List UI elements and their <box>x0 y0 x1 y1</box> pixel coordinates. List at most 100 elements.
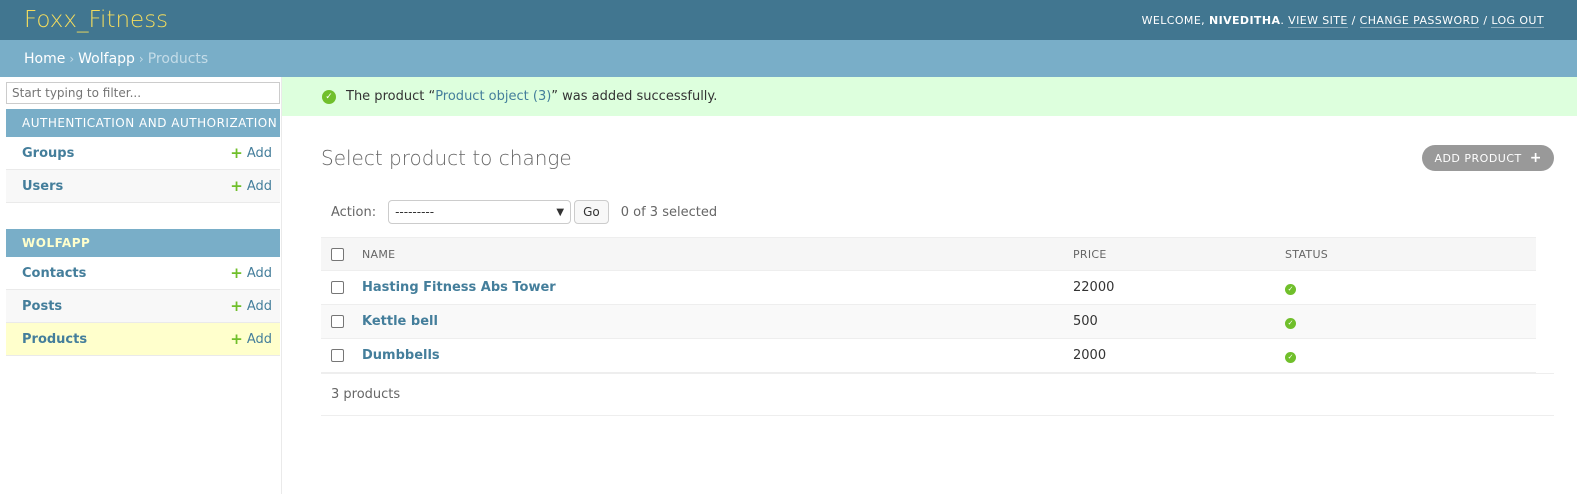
column-header-name[interactable]: Name <box>354 237 1066 271</box>
add-label: Add <box>246 178 272 194</box>
paginator: 3 products <box>321 373 1554 416</box>
add-products-link[interactable]: + Add <box>230 329 272 348</box>
row-checkbox[interactable] <box>331 315 344 328</box>
chevron-down-icon: ▼ <box>556 206 565 218</box>
message-object-link[interactable]: Product object (3) <box>435 89 551 104</box>
module-caption-auth: Authentication and Authorization <box>6 109 280 137</box>
site-brand[interactable]: Foxx_Fitness <box>24 7 168 33</box>
view-site-link[interactable]: VIEW SITE <box>1288 13 1348 28</box>
plus-icon: + <box>230 329 243 348</box>
price-cell: 500 <box>1066 304 1284 339</box>
breadcrumb-separator: › <box>138 51 144 66</box>
username: NIVEDITHA <box>1208 13 1281 27</box>
content-area: ✓ The product “Product object (3)” was a… <box>282 77 1577 494</box>
table-row: Kettle bell 500 ✓ <box>321 304 1536 339</box>
breadcrumb-app[interactable]: Wolfapp <box>78 51 135 67</box>
sidebar-item-groups: Groups + Add <box>6 137 280 170</box>
plus-icon: + <box>230 263 243 282</box>
selection-counter: 0 of 3 selected <box>620 204 718 220</box>
action-select[interactable]: --------- ▼ <box>388 200 572 224</box>
plus-icon: + <box>1529 150 1542 166</box>
row-select-cell <box>321 304 354 339</box>
sidebar-item-posts: Posts + Add <box>6 290 280 323</box>
change-password-link[interactable]: CHANGE PASSWORD <box>1359 13 1480 28</box>
add-contacts-link[interactable]: + Add <box>230 263 272 282</box>
check-circle-icon: ✓ <box>1285 283 1296 295</box>
row-select-cell <box>321 338 354 373</box>
select-all-checkbox[interactable] <box>331 247 344 261</box>
action-label: Action: <box>331 204 377 220</box>
action-selected-value: --------- <box>395 205 435 219</box>
brand-link[interactable]: Foxx_Fitness <box>24 7 168 33</box>
row-checkbox[interactable] <box>331 281 344 294</box>
breadcrumb-home[interactable]: Home <box>24 51 65 67</box>
column-header-status[interactable]: Status <box>1284 237 1536 271</box>
add-label: Add <box>246 331 272 347</box>
table-header-row: Name Price Status <box>321 237 1536 271</box>
separator: / <box>1483 13 1488 27</box>
name-cell: Dumbbells <box>354 338 1066 373</box>
log-out-link[interactable]: LOG OUT <box>1491 13 1544 28</box>
sidebar-item-label[interactable]: Products <box>22 332 87 347</box>
breadcrumb: Home › Wolfapp › Products <box>0 40 1577 77</box>
status-cell: ✓ <box>1284 270 1536 305</box>
go-button[interactable]: Go <box>574 200 609 224</box>
plus-icon: + <box>230 143 243 162</box>
name-cell: Kettle bell <box>354 304 1066 339</box>
status-cell: ✓ <box>1284 338 1536 373</box>
product-link[interactable]: Hasting Fitness Abs Tower <box>362 280 556 295</box>
sidebar-item-label[interactable]: Groups <box>22 146 74 161</box>
add-label: Add <box>246 145 272 161</box>
auth-app-link[interactable]: Authentication and Authorization <box>22 116 277 130</box>
content-head: Select product to change Add product + <box>321 144 1554 172</box>
sidebar-item-label[interactable]: Posts <box>22 299 62 314</box>
row-checkbox[interactable] <box>331 349 344 362</box>
header: Foxx_Fitness WELCOME, NIVEDITHA. VIEW SI… <box>0 0 1577 40</box>
actions-bar: Action: --------- ▼ Go 0 of 3 selected <box>321 196 1554 228</box>
add-product-button[interactable]: Add product + <box>1422 145 1554 171</box>
select-all-cell <box>321 237 354 271</box>
add-product-label: Add product <box>1434 151 1522 165</box>
nav-filter-input[interactable] <box>6 82 280 104</box>
main-container: Authentication and Authorization Groups … <box>0 77 1577 494</box>
module-wolfapp: Wolfapp Contacts + Add Posts + Add Produ… <box>6 229 280 356</box>
user-tools: WELCOME, NIVEDITHA. VIEW SITE / CHANGE P… <box>1141 13 1544 28</box>
price-cell: 22000 <box>1066 270 1284 305</box>
success-message: ✓ The product “Product object (3)” was a… <box>282 77 1577 116</box>
status-cell: ✓ <box>1284 304 1536 339</box>
sidebar-item-products: Products + Add <box>6 323 280 356</box>
plus-icon: + <box>230 176 243 195</box>
content: Select product to change Add product + A… <box>282 144 1577 416</box>
result-table: Name Price Status Hasting Fitness Abs To… <box>321 237 1536 373</box>
breadcrumb-current: Products <box>147 50 209 67</box>
separator: / <box>1351 13 1356 27</box>
nav-sidebar: Authentication and Authorization Groups … <box>0 77 282 494</box>
check-circle-icon: ✓ <box>1285 351 1296 363</box>
add-label: Add <box>246 298 272 314</box>
sidebar-item-label[interactable]: Contacts <box>22 266 86 281</box>
sidebar-item-users: Users + Add <box>6 170 280 203</box>
row-select-cell <box>321 270 354 305</box>
changelist: Action: --------- ▼ Go 0 of 3 selected N… <box>321 196 1554 416</box>
sidebar-item-label[interactable]: Users <box>22 179 63 194</box>
name-cell: Hasting Fitness Abs Tower <box>354 270 1066 305</box>
plus-icon: + <box>230 296 243 315</box>
check-circle-icon: ✓ <box>1285 317 1296 329</box>
add-posts-link[interactable]: + Add <box>230 296 272 315</box>
add-groups-link[interactable]: + Add <box>230 143 272 162</box>
welcome-text: WELCOME, <box>1141 13 1206 27</box>
add-label: Add <box>246 265 272 281</box>
table-row: Dumbbells 2000 ✓ <box>321 338 1536 373</box>
add-users-link[interactable]: + Add <box>230 176 272 195</box>
wolfapp-app-link[interactable]: Wolfapp <box>22 236 90 250</box>
table-row: Hasting Fitness Abs Tower 22000 ✓ <box>321 270 1536 305</box>
product-link[interactable]: Dumbbells <box>362 348 440 363</box>
column-header-price[interactable]: Price <box>1066 237 1284 271</box>
product-link[interactable]: Kettle bell <box>362 314 438 329</box>
module-auth: Authentication and Authorization Groups … <box>6 109 280 203</box>
breadcrumb-separator: › <box>69 51 75 66</box>
page-title: Select product to change <box>321 146 572 170</box>
check-circle-icon: ✓ <box>322 89 336 104</box>
sidebar-item-contacts: Contacts + Add <box>6 257 280 290</box>
module-caption-wolfapp: Wolfapp <box>6 229 280 257</box>
